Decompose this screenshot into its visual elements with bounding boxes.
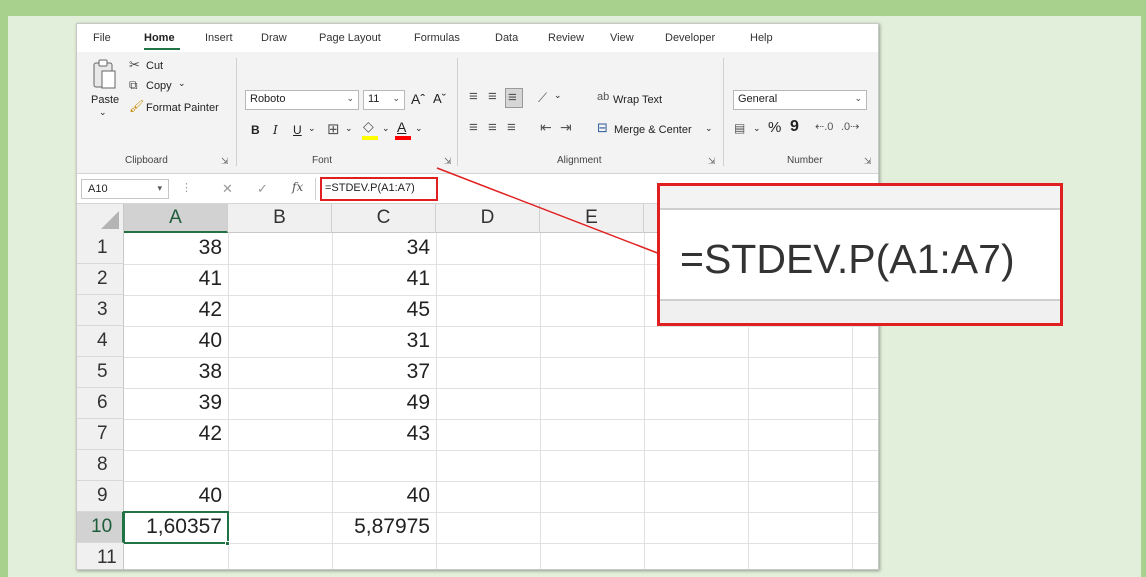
zoom-callout-bottom-bar — [660, 299, 1060, 323]
callout-connector-line — [436, 167, 661, 255]
zoom-callout-top-bar — [660, 186, 1060, 210]
zoom-callout-formula: =STDEV.P(A1:A7) — [680, 236, 1015, 282]
zoom-callout: =STDEV.P(A1:A7) — [657, 183, 1063, 326]
